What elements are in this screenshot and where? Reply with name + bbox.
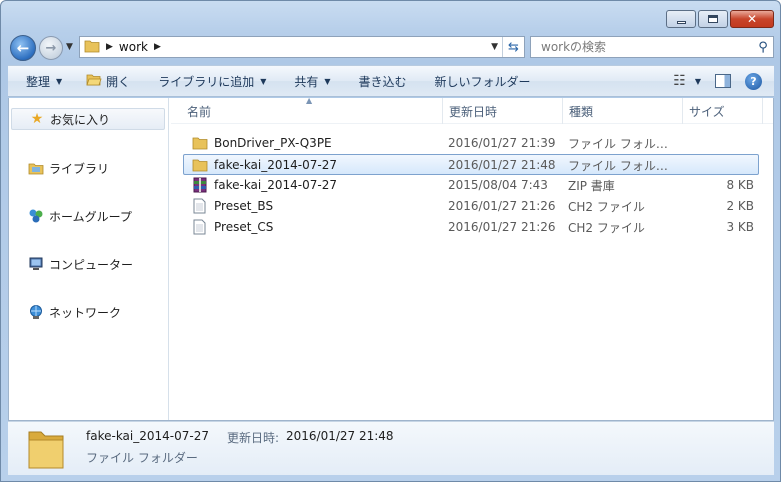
share-button[interactable]: 共有 ▼ (274, 69, 338, 93)
file-icon (193, 217, 206, 237)
chevron-down-icon: ▼ (56, 76, 63, 86)
column-type[interactable]: 種類 (563, 98, 683, 124)
column-date[interactable]: 更新日時 (443, 98, 563, 124)
close-icon: ✕ (746, 12, 758, 26)
file-size: 2 KB (726, 199, 754, 213)
folder-icon (84, 39, 100, 56)
details-type: ファイル フォルダー (86, 451, 198, 465)
breadcrumb-arrow-icon[interactable]: ▶ (154, 42, 161, 52)
toolbar-right-group: ☷ ▼ ? (673, 72, 774, 90)
add-to-library-button[interactable]: ライブラリに追加 ▼ (138, 69, 274, 93)
open-folder-icon (86, 73, 102, 89)
explorer-window: ✕ ← → ▼ ▶ work ▶ ▼ ⇆ ⚲ 整理▼ 開く (0, 0, 781, 482)
search-input[interactable] (531, 38, 753, 56)
file-type: ファイル フォル… (568, 158, 668, 173)
folder-icon (192, 133, 208, 153)
organize-button[interactable]: 整理 ▼ (8, 69, 70, 93)
file-row[interactable]: fake-kai_2014-07-27 2015/08/04 7:43 ZIP … (183, 175, 759, 196)
details-name: fake-kai_2014-07-27 (86, 429, 209, 443)
file-size (688, 155, 754, 175)
back-arrow-icon: ← (16, 38, 30, 57)
column-headers: ▲ 名前 更新日時 種類 サイズ (171, 96, 773, 124)
file-date: 2016/01/27 21:39 (448, 136, 556, 150)
file-size: 3 KB (726, 220, 754, 234)
file-type: CH2 ファイル (568, 220, 645, 235)
star-icon: ★ (30, 111, 44, 127)
close-button[interactable]: ✕ (730, 10, 774, 28)
command-bar: 整理 ▼ 開く ライブラリに追加 ▼ 共有 ▼ 書き込む 新しいフォルダー ☷ ▼ ? (8, 65, 774, 97)
folder-icon (192, 155, 208, 175)
preview-pane-icon[interactable] (715, 74, 731, 88)
address-bar[interactable]: ▶ work ▶ ▼ ⇆ (79, 36, 525, 58)
file-size: 8 KB (726, 178, 754, 192)
details-modified-label: 更新日時: (227, 431, 280, 445)
breadcrumb-arrow-icon[interactable]: ▶ (106, 42, 113, 52)
burn-button[interactable]: 書き込む (339, 69, 415, 93)
forward-arrow-icon: → (45, 40, 57, 56)
homegroup-icon (27, 208, 45, 224)
help-icon[interactable]: ? (745, 72, 762, 90)
nav-favorites[interactable]: ★ お気に入り (11, 108, 165, 130)
file-row-selected[interactable]: fake-kai_2014-07-27 2016/01/27 21:48 ファイ… (183, 154, 759, 175)
computer-icon (27, 256, 45, 272)
network-icon (27, 304, 45, 320)
file-date: 2016/01/27 21:48 (448, 158, 556, 172)
column-size[interactable]: サイズ (683, 98, 763, 124)
content-area: ★ お気に入り ライブラリ ホームグループ コンピューター ネットワーク ▲ 名… (8, 96, 774, 421)
file-date: 2016/01/27 21:26 (448, 220, 556, 234)
file-name: fake-kai_2014-07-27 (214, 178, 337, 192)
nav-computer[interactable]: コンピューター (9, 253, 169, 275)
minimize-icon (676, 20, 686, 24)
library-icon (27, 161, 45, 175)
open-button[interactable]: 開く (70, 69, 138, 93)
folder-large-icon (26, 428, 66, 473)
zip-archive-icon (192, 175, 208, 195)
column-name[interactable]: 名前 (181, 98, 443, 124)
details-modified-value: 2016/01/27 21:48 (286, 429, 394, 443)
file-type: ZIP 書庫 (568, 178, 615, 193)
maximize-icon (708, 15, 718, 23)
file-date: 2015/08/04 7:43 (448, 178, 548, 192)
search-icon[interactable]: ⚲ (753, 40, 773, 55)
file-list-pane: ▲ 名前 更新日時 種類 サイズ BonDriver_PX-Q3PE 2016/… (171, 96, 773, 420)
navigation-pane: ★ お気に入り ライブラリ ホームグループ コンピューター ネットワーク (9, 98, 169, 420)
file-row[interactable]: BonDriver_PX-Q3PE 2016/01/27 21:39 ファイル … (183, 133, 759, 154)
file-name: Preset_CS (214, 220, 274, 234)
view-options-button[interactable]: ☷ ▼ (673, 73, 701, 89)
file-name: Preset_BS (214, 199, 274, 213)
new-folder-button[interactable]: 新しいフォルダー (415, 69, 539, 93)
address-history-dropdown[interactable]: ▼ (491, 42, 498, 52)
minimize-button[interactable] (666, 10, 696, 28)
file-type: CH2 ファイル (568, 199, 645, 214)
details-pane: fake-kai_2014-07-27 更新日時: 2016/01/27 21:… (8, 421, 774, 475)
file-row[interactable]: Preset_CS 2016/01/27 21:26 CH2 ファイル 3 KB (183, 217, 759, 238)
file-date: 2016/01/27 21:26 (448, 199, 556, 213)
nav-homegroup[interactable]: ホームグループ (9, 205, 169, 227)
forward-button[interactable]: → (39, 36, 63, 60)
nav-libraries[interactable]: ライブラリ (9, 157, 169, 179)
file-name: BonDriver_PX-Q3PE (214, 136, 332, 150)
file-size (688, 133, 754, 153)
back-button[interactable]: ← (10, 35, 36, 61)
chevron-down-icon: ▼ (260, 76, 267, 86)
file-type: ファイル フォル… (568, 136, 668, 151)
chevron-down-icon: ▼ (694, 76, 701, 86)
breadcrumb-work[interactable]: work (119, 40, 148, 54)
search-box[interactable]: ⚲ (530, 36, 774, 58)
nav-network[interactable]: ネットワーク (9, 301, 169, 323)
view-list-icon: ☷ (673, 73, 686, 89)
refresh-button[interactable]: ⇆ (502, 37, 524, 57)
maximize-button[interactable] (698, 10, 728, 28)
chevron-down-icon: ▼ (324, 76, 331, 86)
refresh-icon: ⇆ (508, 39, 519, 55)
file-name: fake-kai_2014-07-27 (214, 158, 337, 172)
caption-buttons: ✕ (664, 10, 774, 28)
file-icon (193, 196, 206, 216)
file-row[interactable]: Preset_BS 2016/01/27 21:26 CH2 ファイル 2 KB (183, 196, 759, 217)
recent-pages-dropdown[interactable]: ▼ (66, 42, 73, 52)
